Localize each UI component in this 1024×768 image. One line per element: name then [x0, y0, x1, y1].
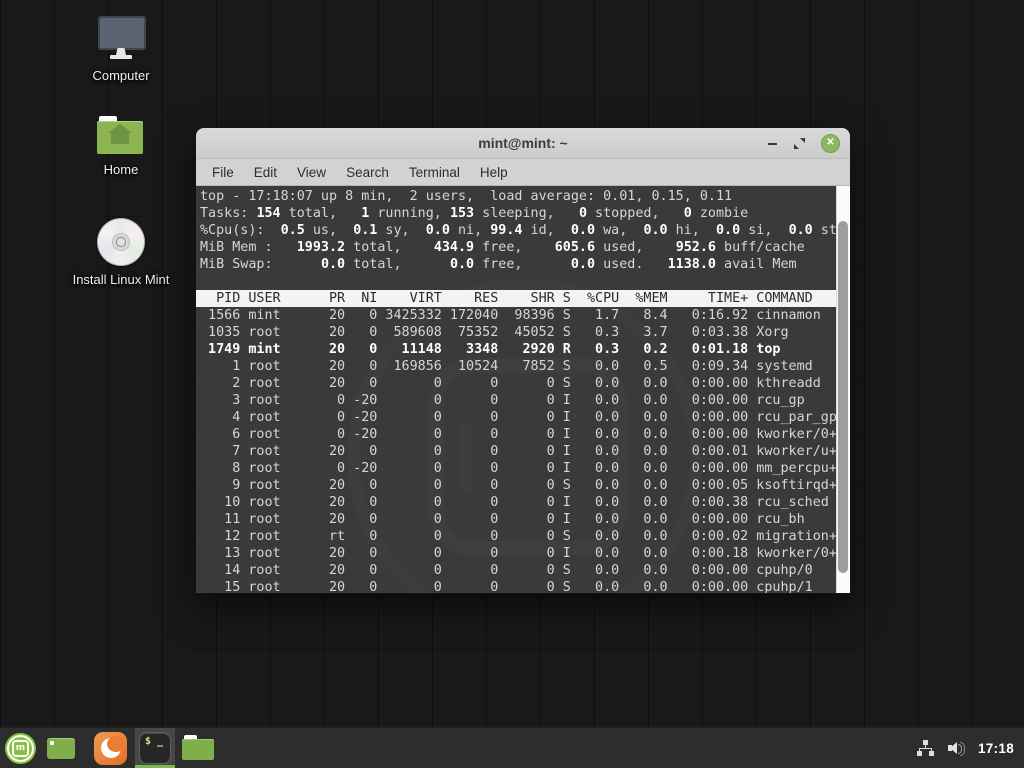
scrollbar-track[interactable]: [836, 186, 850, 593]
window-title: mint@mint: ~: [196, 135, 850, 151]
process-row: 15 root 20 0 0 0 0 S 0.0 0.0 0:00.00 cpu…: [196, 579, 836, 593]
process-row: 2 root 20 0 0 0 0 S 0.0 0.0 0:00.00 kthr…: [196, 375, 836, 392]
process-row: 10 root 20 0 0 0 0 I 0.0 0.0 0:00.38 rcu…: [196, 494, 836, 511]
process-row: 12 root rt 0 0 0 0 S 0.0 0.0 0:00.02 mig…: [196, 528, 836, 545]
menu-search[interactable]: Search: [336, 162, 399, 183]
taskbar-show-desktop[interactable]: [39, 728, 83, 768]
taskbar-menu-button[interactable]: m: [0, 728, 39, 768]
process-row: 7 root 20 0 0 0 0 I 0.0 0.0 0:00.01 kwor…: [196, 443, 836, 460]
taskbar: m $ _ 17:18: [0, 728, 1024, 768]
process-table-header: PID USER PR NI VIRT RES SHR S %CPU %MEM …: [196, 290, 836, 307]
desktop-icon-label: Home: [76, 162, 166, 177]
show-desktop-icon: [47, 738, 75, 759]
terminal-line: %Cpu(s): 0.5 us, 0.1 sy, 0.0 ni, 99.4 id…: [196, 222, 836, 239]
scrollbar-thumb[interactable]: [838, 221, 848, 573]
desktop-background[interactable]: Computer Home Install Linux Mint mint@mi…: [0, 0, 1024, 768]
files-icon: [182, 735, 214, 761]
mint-menu-icon: m: [5, 733, 36, 764]
process-row: 1 root 20 0 169856 10524 7852 S 0.0 0.5 …: [196, 358, 836, 375]
home-folder-icon: [97, 114, 145, 156]
menu-view[interactable]: View: [287, 162, 336, 183]
menu-file[interactable]: File: [202, 162, 244, 183]
terminal-line: MiB Mem : 1993.2 total, 434.9 free, 605.…: [196, 239, 836, 256]
process-row: 8 root 0 -20 0 0 0 I 0.0 0.0 0:00.00 mm_…: [196, 460, 836, 477]
network-icon[interactable]: [917, 740, 934, 756]
terminal-line: [196, 273, 836, 290]
taskbar-clock[interactable]: 17:18: [978, 741, 1014, 756]
taskbar-files[interactable]: [175, 728, 221, 768]
process-row: 4 root 0 -20 0 0 0 I 0.0 0.0 0:00.00 rcu…: [196, 409, 836, 426]
close-button[interactable]: ✕: [821, 134, 840, 153]
process-row: 9 root 20 0 0 0 0 S 0.0 0.0 0:00.05 ksof…: [196, 477, 836, 494]
menu-terminal[interactable]: Terminal: [399, 162, 470, 183]
desktop-icon-label: Install Linux Mint: [56, 272, 186, 287]
terminal-menubar: File Edit View Search Terminal Help: [196, 159, 850, 186]
process-row: 13 root 20 0 0 0 0 I 0.0 0.0 0:00.18 kwo…: [196, 545, 836, 562]
desktop-icon-install-linux-mint[interactable]: Install Linux Mint: [56, 218, 186, 287]
terminal-output[interactable]: top - 17:18:07 up 8 min, 2 users, load a…: [196, 186, 836, 593]
volume-icon[interactable]: [948, 740, 966, 756]
terminal-window: mint@mint: ~ ✕ File Edit View Search Ter…: [196, 128, 850, 593]
process-row: 1749 mint 20 0 11148 3348 2920 R 0.3 0.2…: [196, 341, 836, 358]
process-row: 1566 mint 20 0 3425332 172040 98396 S 1.…: [196, 307, 836, 324]
taskbar-terminal[interactable]: $ _: [135, 728, 175, 768]
terminal-line: MiB Swap: 0.0 total, 0.0 free, 0.0 used.…: [196, 256, 836, 273]
process-row: 3 root 0 -20 0 0 0 I 0.0 0.0 0:00.00 rcu…: [196, 392, 836, 409]
install-cd-icon: [97, 218, 145, 266]
menu-help[interactable]: Help: [470, 162, 518, 183]
process-row: 14 root 20 0 0 0 0 S 0.0 0.0 0:00.00 cpu…: [196, 562, 836, 579]
menu-edit[interactable]: Edit: [244, 162, 287, 183]
desktop-icon-label: Computer: [76, 68, 166, 83]
process-row: 11 root 20 0 0 0 0 I 0.0 0.0 0:00.00 rcu…: [196, 511, 836, 528]
terminal-icon: $ _: [139, 732, 171, 764]
terminal-line: Tasks: 154 total, 1 running, 153 sleepin…: [196, 205, 836, 222]
desktop-icon-computer[interactable]: Computer: [76, 16, 166, 83]
window-titlebar[interactable]: mint@mint: ~ ✕: [196, 128, 850, 159]
firefox-icon: [94, 732, 127, 765]
taskbar-firefox[interactable]: [87, 728, 133, 768]
minimize-button[interactable]: [767, 138, 778, 149]
maximize-button[interactable]: [794, 138, 805, 149]
terminal-line: top - 17:18:07 up 8 min, 2 users, load a…: [196, 188, 836, 205]
desktop-icon-home[interactable]: Home: [76, 114, 166, 177]
computer-icon: [97, 16, 145, 62]
process-row: 6 root 0 -20 0 0 0 I 0.0 0.0 0:00.00 kwo…: [196, 426, 836, 443]
process-row: 1035 root 20 0 589608 75352 45052 S 0.3 …: [196, 324, 836, 341]
